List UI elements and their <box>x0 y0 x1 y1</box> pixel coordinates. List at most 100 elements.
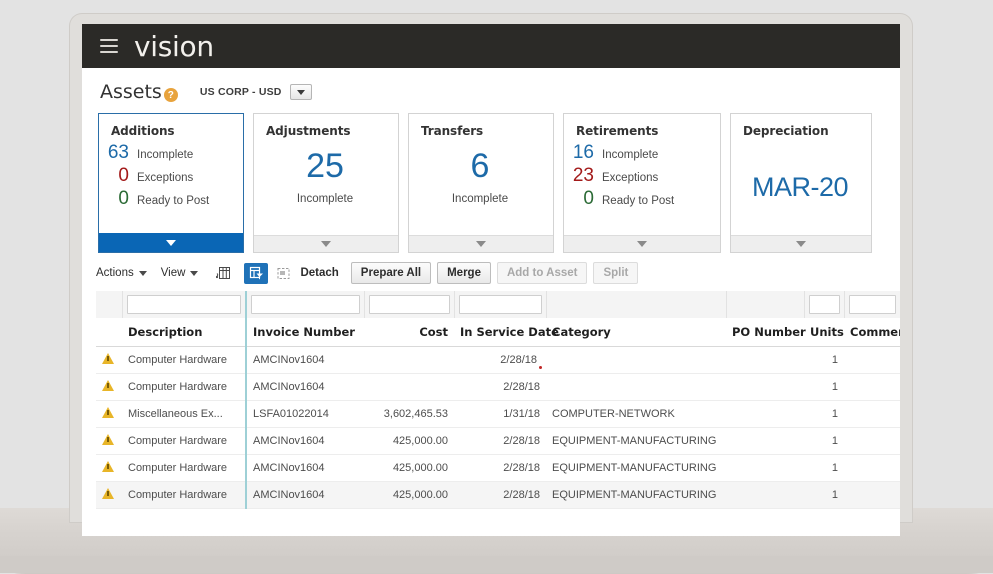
warning-icon[interactable] <box>102 407 114 418</box>
card-big-value: 25 <box>262 148 388 185</box>
table-row[interactable]: Computer HardwareAMCINov16042/28/181 <box>96 347 900 374</box>
table-row[interactable]: Computer HardwareAMCINov1604425,000.002/… <box>96 482 900 509</box>
error-dot-icon <box>539 366 542 369</box>
table-row[interactable]: Miscellaneous Ex...LSFA010220143,602,465… <box>96 401 900 428</box>
card-big-label: Incomplete <box>262 193 388 205</box>
filter-input-date[interactable] <box>459 295 542 314</box>
card-expand-button[interactable] <box>254 235 398 252</box>
table-row[interactable]: Computer HardwareAMCINov1604425,000.002/… <box>96 428 900 455</box>
cell-cost: 425,000.00 <box>364 455 454 482</box>
cell-cost: 425,000.00 <box>364 428 454 455</box>
card-title: Transfers <box>409 114 553 138</box>
cell-description: Miscellaneous Ex... <box>122 401 246 428</box>
row-warning-icon <box>96 482 122 509</box>
cell-date: 2/28/18 <box>454 428 546 455</box>
card-big-stat: 25 Incomplete <box>262 142 388 205</box>
column-header-po[interactable]: PO Number <box>726 318 804 347</box>
row-warning-icon <box>96 455 122 482</box>
card-stat-value: 16 <box>572 142 602 164</box>
assets-table-container: DescriptionInvoice NumberCostIn Service … <box>82 291 900 509</box>
query-by-example-icon[interactable] <box>244 263 268 284</box>
summary-card-depreciation[interactable]: Depreciation MAR-20 <box>730 113 872 253</box>
cell-po <box>726 347 804 374</box>
chevron-down-icon <box>139 271 147 276</box>
column-header-description[interactable]: Description <box>122 318 246 347</box>
summary-card-retirements[interactable]: Retirements16Incomplete23Exceptions0Read… <box>563 113 721 253</box>
card-title: Retirements <box>564 114 720 138</box>
filter-cell-units <box>804 291 844 318</box>
actions-menu[interactable]: Actions <box>96 267 147 279</box>
card-title: Depreciation <box>731 114 871 138</box>
card-stat-value: 0 <box>107 188 137 210</box>
ledger-dropdown-button[interactable] <box>290 84 312 100</box>
summary-card-transfers[interactable]: Transfers6Incomplete <box>408 113 554 253</box>
cell-po <box>726 482 804 509</box>
card-period-value: MAR-20 <box>739 148 861 203</box>
filter-cell-comments <box>844 291 900 318</box>
cell-units: 1 <box>804 482 844 509</box>
card-stat-label: Ready to Post <box>137 195 209 207</box>
cell-comments <box>844 428 900 455</box>
card-stat-row: 0Ready to Post <box>107 188 233 210</box>
card-body: 25 Incomplete <box>254 138 398 235</box>
warning-icon[interactable] <box>102 434 114 445</box>
column-header-flag[interactable] <box>96 318 122 347</box>
filter-input-comments[interactable] <box>849 295 896 314</box>
cell-date: 2/28/18 <box>454 374 546 401</box>
warning-icon[interactable] <box>102 461 114 472</box>
table-row[interactable]: Computer HardwareAMCINov16042/28/181 <box>96 374 900 401</box>
column-header-cost[interactable]: Cost <box>364 318 454 347</box>
summary-card-additions[interactable]: Additions63Incomplete0Exceptions0Ready t… <box>98 113 244 253</box>
column-header-category[interactable]: Category <box>546 318 726 347</box>
cell-description: Computer Hardware <box>122 428 246 455</box>
column-header-units[interactable]: Units <box>804 318 844 347</box>
merge-button[interactable]: Merge <box>437 262 491 284</box>
chevron-down-icon <box>166 240 176 246</box>
brand-title: vision <box>134 30 214 63</box>
column-header-invoice[interactable]: Invoice Number <box>246 318 364 347</box>
hamburger-menu-icon[interactable] <box>100 39 118 53</box>
cell-units: 1 <box>804 347 844 374</box>
cell-date: 2/28/18 <box>454 347 546 374</box>
prepare-all-button[interactable]: Prepare All <box>351 262 431 284</box>
add-to-asset-button: Add to Asset <box>497 262 588 284</box>
cell-category: EQUIPMENT-MANUFACTURING <box>546 482 726 509</box>
card-expand-button[interactable] <box>99 233 243 252</box>
card-expand-button[interactable] <box>409 235 553 252</box>
filter-input-invoice[interactable] <box>251 295 360 314</box>
table-header-row: DescriptionInvoice NumberCostIn Service … <box>96 318 900 347</box>
card-stat-row: 0Ready to Post <box>572 188 710 210</box>
card-expand-button[interactable] <box>731 235 871 252</box>
table-row[interactable]: Computer HardwareAMCINov1604425,000.002/… <box>96 455 900 482</box>
column-header-date[interactable]: In Service Date <box>454 318 546 347</box>
card-expand-button[interactable] <box>564 235 720 252</box>
card-big-value: 6 <box>417 148 543 185</box>
cell-po <box>726 455 804 482</box>
cell-date: 2/28/18 <box>454 482 546 509</box>
view-menu[interactable]: View <box>161 267 199 279</box>
filter-cell-po <box>726 291 804 318</box>
detach-button[interactable]: Detach <box>300 267 338 279</box>
filter-input-units[interactable] <box>809 295 840 314</box>
filter-cell-description <box>122 291 246 318</box>
cell-category: COMPUTER-NETWORK <box>546 401 726 428</box>
warning-icon[interactable] <box>102 488 114 499</box>
cell-invoice: LSFA01022014 <box>246 401 364 428</box>
warning-icon[interactable] <box>102 353 114 364</box>
columns-icon[interactable] <box>212 263 234 283</box>
laptop-base-lip <box>0 556 993 573</box>
card-stat-label: Exceptions <box>137 172 193 184</box>
cell-date: 2/28/18 <box>454 455 546 482</box>
card-stat-value: 0 <box>107 165 137 187</box>
view-menu-label: View <box>161 267 186 279</box>
column-header-comments[interactable]: Comments <box>844 318 900 347</box>
help-icon[interactable]: ? <box>164 88 178 102</box>
detach-icon[interactable] <box>272 263 294 283</box>
card-stat-row: 23Exceptions <box>572 165 710 187</box>
filter-input-description[interactable] <box>127 295 242 314</box>
card-body: 16Incomplete23Exceptions0Ready to Post <box>564 138 720 235</box>
filter-input-cost[interactable] <box>369 295 450 314</box>
filter-cell-cost <box>364 291 454 318</box>
warning-icon[interactable] <box>102 380 114 391</box>
summary-card-adjustments[interactable]: Adjustments25Incomplete <box>253 113 399 253</box>
